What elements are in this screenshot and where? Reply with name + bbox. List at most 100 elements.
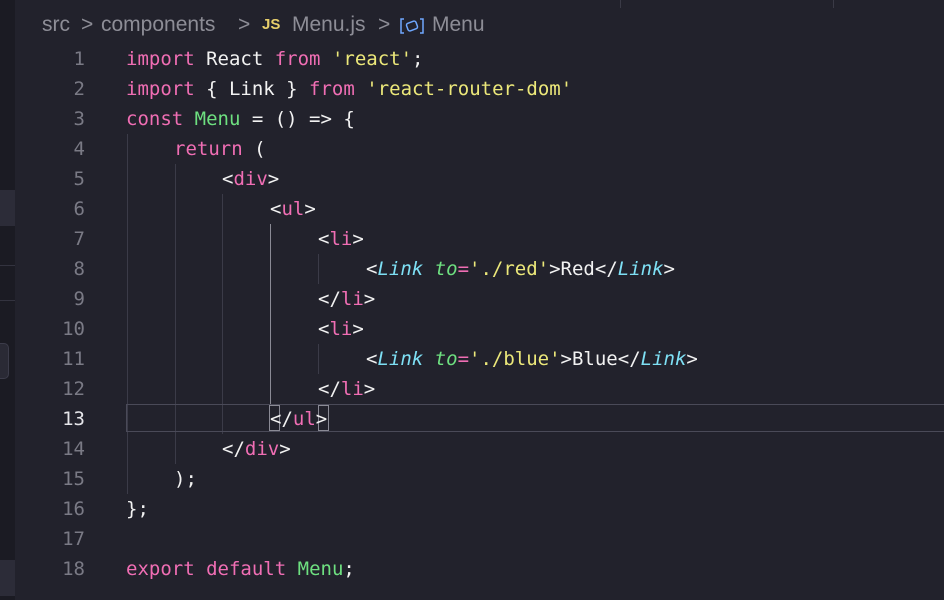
attribute-name: to: [434, 258, 458, 280]
punctuation: ;: [412, 48, 424, 70]
indent-guide: [318, 344, 319, 374]
line-number: 10: [62, 318, 85, 340]
punctuation: (: [242, 138, 266, 160]
line-number: 3: [73, 108, 85, 130]
punctuation: = () => {: [240, 108, 355, 130]
tag-bracket: >: [686, 348, 698, 370]
code-line-7[interactable]: <li>: [318, 224, 364, 254]
tag-bracket: </: [222, 438, 245, 460]
jsx-text: Red: [560, 258, 595, 280]
component-name: Link: [377, 348, 424, 370]
tag-bracket: <: [366, 348, 378, 370]
tag-bracket: >: [352, 228, 364, 250]
line-number: 8: [73, 258, 85, 280]
tag-bracket: >: [363, 378, 376, 400]
keyword: import: [126, 48, 195, 70]
code-line-14[interactable]: </div>: [222, 434, 291, 464]
tag-bracket: </: [318, 378, 341, 400]
keyword: default: [206, 558, 287, 580]
tag-name: div: [233, 168, 268, 190]
strip-highlight: [0, 560, 15, 596]
breadcrumb-separator: >: [378, 13, 391, 36]
tag-bracket: <: [318, 318, 330, 340]
code-line-9[interactable]: </li>: [318, 284, 375, 314]
indent-guide-active: [270, 224, 271, 404]
line-number: 16: [62, 498, 85, 520]
code-line-11[interactable]: <Link to='./blue'>Blue</Link>: [366, 344, 698, 374]
breadcrumb-item-symbol[interactable]: Menu: [432, 13, 485, 37]
tag-name: li: [340, 378, 364, 400]
breadcrumb-item-components[interactable]: components: [101, 13, 215, 37]
string-literal: 'react-router-dom': [366, 78, 573, 100]
code-line-15[interactable]: );: [174, 464, 197, 494]
operator: =: [457, 258, 470, 280]
line-number: 11: [62, 348, 85, 370]
function-name: Menu: [194, 108, 241, 130]
line-number: 17: [62, 528, 85, 550]
tag-bracket: </: [270, 408, 293, 430]
code-line-3[interactable]: const Menu = () => {: [126, 104, 355, 134]
tag-name: ul: [292, 408, 316, 430]
indent-guide: [222, 194, 223, 434]
code-line-16[interactable]: };: [126, 494, 149, 524]
line-number: 5: [73, 168, 85, 190]
tag-bracket: <: [366, 258, 378, 280]
activity-strip: [0, 0, 15, 600]
tag-bracket: >: [549, 258, 561, 280]
identifier: React: [194, 48, 275, 70]
tag-name: li: [329, 228, 353, 250]
code-line-8[interactable]: <Link to='./red'>Red</Link>: [366, 254, 675, 284]
punctuation: );: [174, 468, 197, 490]
operator: =: [457, 348, 470, 370]
line-number: 14: [62, 438, 85, 460]
tag-bracket: </: [594, 258, 618, 280]
tag-bracket: >: [560, 348, 572, 370]
current-line-highlight: [126, 404, 944, 432]
keyword: return: [174, 138, 243, 160]
string-literal: './red': [469, 258, 550, 280]
breadcrumb-item-file[interactable]: Menu.js: [292, 13, 366, 37]
code-line-2[interactable]: import { Link } from 'react-router-dom': [126, 74, 572, 104]
tag-bracket: >: [663, 258, 675, 280]
code-line-5[interactable]: <div>: [222, 164, 279, 194]
identifier: { Link }: [194, 78, 310, 100]
punctuation: };: [126, 498, 149, 520]
breadcrumb-separator: >: [81, 13, 94, 36]
attribute-name: to: [434, 348, 458, 370]
code-line-1[interactable]: import React from 'react';: [126, 44, 423, 74]
code-line-10[interactable]: <li>: [318, 314, 364, 344]
line-number: 9: [73, 288, 85, 310]
tag-bracket: >: [363, 288, 376, 310]
tag-bracket: </: [318, 288, 341, 310]
panel-toggle-button[interactable]: [0, 343, 9, 379]
line-number: 7: [73, 228, 85, 250]
line-number: 2: [73, 78, 85, 100]
line-number-active: 13: [62, 408, 85, 430]
component-name: Link: [617, 258, 664, 280]
line-number: 12: [62, 378, 85, 400]
code-line-4[interactable]: return (: [174, 134, 266, 164]
strip-highlight: [0, 190, 15, 226]
breadcrumb-item-src[interactable]: src: [42, 13, 70, 37]
code-line-13[interactable]: </ul>: [270, 404, 327, 434]
line-number: 15: [62, 468, 85, 490]
tag-name: li: [340, 288, 364, 310]
code-line-6[interactable]: <ul>: [270, 194, 316, 224]
code-line-12[interactable]: </li>: [318, 374, 375, 404]
keyword: from: [309, 78, 355, 100]
line-number: 4: [73, 138, 85, 160]
component-name: Link: [377, 258, 424, 280]
keyword: from: [274, 48, 321, 70]
tag-name: ul: [281, 198, 305, 220]
code-line-18[interactable]: export default Menu;: [126, 554, 355, 584]
tag-bracket: <: [270, 198, 282, 220]
string-literal: './blue': [469, 348, 561, 370]
tag-bracket: </: [617, 348, 641, 370]
js-file-icon: JS: [262, 16, 281, 33]
indent-guide: [127, 134, 128, 494]
